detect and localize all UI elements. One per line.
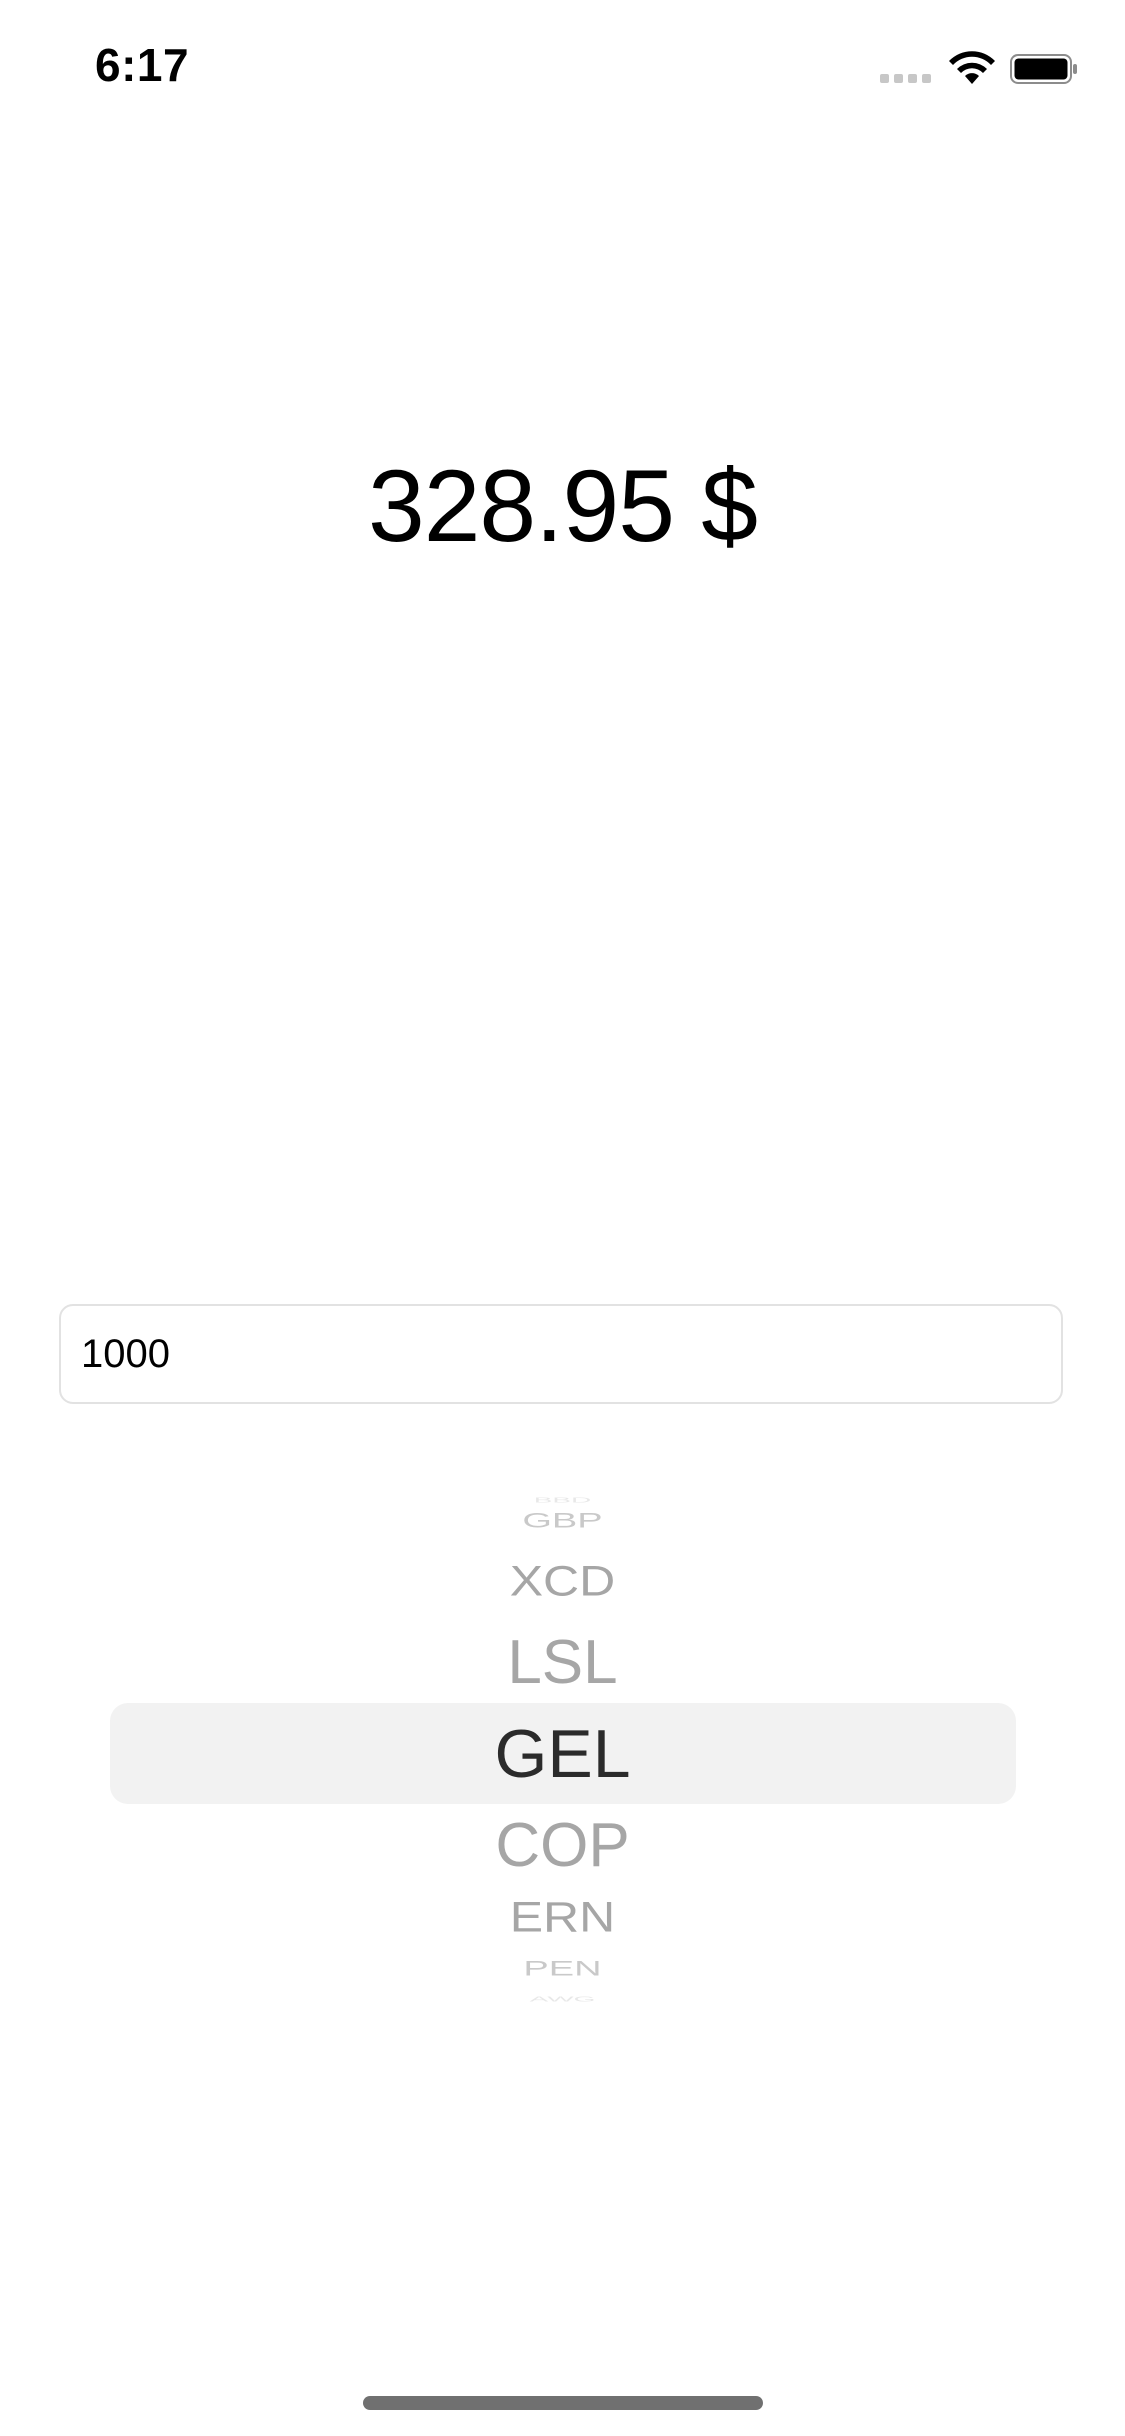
currency-picker[interactable]: BBD GBP XCD LSL GEL COP ERN PEN AWG bbox=[0, 1480, 1125, 2020]
picker-item[interactable]: AWG bbox=[0, 1995, 1125, 2003]
picker-item[interactable]: ERN bbox=[0, 1896, 1125, 1939]
picker-item[interactable]: GBP bbox=[0, 1511, 1125, 1532]
amount-input[interactable] bbox=[59, 1304, 1063, 1404]
status-bar: 6:17 bbox=[0, 0, 1125, 132]
wifi-icon bbox=[949, 51, 995, 84]
picker-item-selected[interactable]: GEL bbox=[0, 1720, 1125, 1788]
battery-icon bbox=[1010, 54, 1077, 84]
converted-amount: 328.95 $ bbox=[367, 449, 758, 563]
picker-item[interactable]: PEN bbox=[0, 1959, 1125, 1980]
status-time: 6:17 bbox=[95, 39, 190, 91]
picker-item[interactable]: BBD bbox=[0, 1496, 1125, 1504]
cellular-icon bbox=[880, 74, 931, 83]
picker-item[interactable]: COP bbox=[0, 1815, 1125, 1877]
picker-item[interactable]: LSL bbox=[0, 1632, 1125, 1694]
picker-item[interactable]: XCD bbox=[0, 1560, 1125, 1603]
home-indicator[interactable] bbox=[363, 2396, 763, 2410]
